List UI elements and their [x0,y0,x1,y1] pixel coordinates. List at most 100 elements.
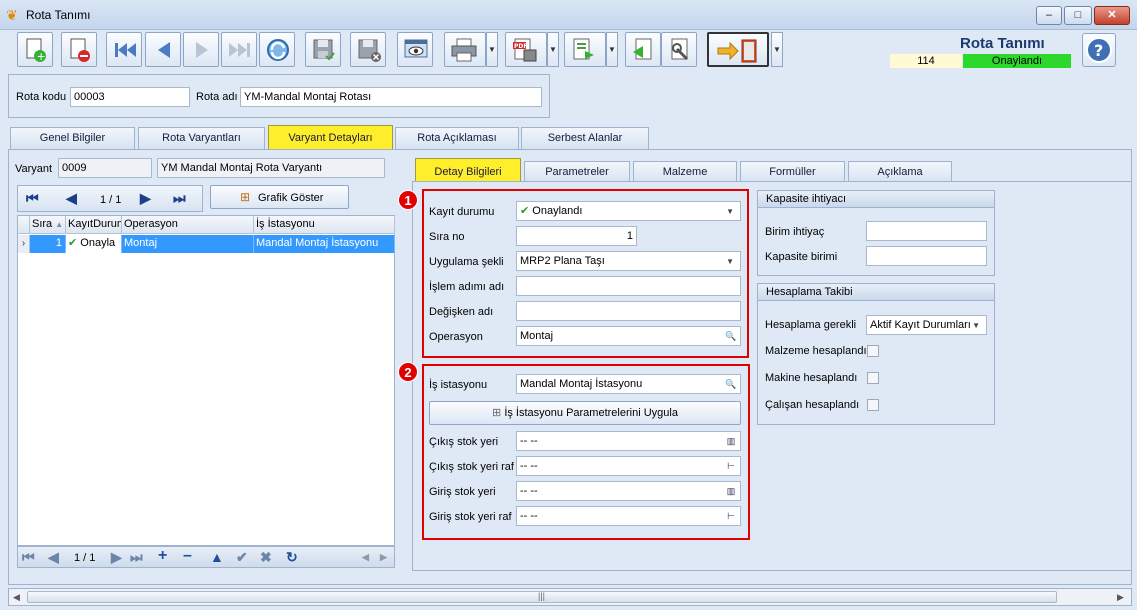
malzeme-hesaplandi-label: Malzeme hesaplandı [765,345,867,357]
help-button[interactable]: ? [1082,33,1116,67]
malzeme-hesaplandi-checkbox[interactable] [867,345,879,357]
export-button[interactable] [564,32,606,67]
horizontal-scrollbar[interactable]: ◀ ||| ▶ [8,588,1132,606]
cikis-raf-input[interactable]: -- -- ⊢ [516,456,741,476]
tools-button[interactable] [661,32,697,67]
pager-prev-icon[interactable]: ◀ [66,190,77,207]
nav-first-icon[interactable]: ⏮ [22,549,35,566]
tab-genel-bilgiler[interactable]: Genel Bilgiler [10,127,135,149]
nav-up-icon[interactable]: ▲ [210,549,224,565]
subtab-aciklama[interactable]: Açıklama [848,161,952,182]
save-button[interactable] [305,32,341,67]
row-istasyon[interactable]: Mandal Montaj İstasyonu [254,235,395,253]
last-button[interactable] [221,32,257,67]
scroll-right-icon[interactable]: ▶ [1117,592,1124,603]
barcode-icon[interactable]: ▥ [725,435,737,447]
hesaplama-gerekli-select[interactable]: Aktif Kayıt Durumları ▼ [866,315,987,335]
is-istasyonu-input[interactable]: Mandal Montaj İstasyonu 🔍 [516,374,741,394]
graph-button[interactable]: ⊞ Grafik Göster [210,185,349,209]
nav-prev-icon[interactable]: ◀ [48,549,59,566]
record-number: 114 [890,54,962,68]
grid-col-istasyon[interactable]: İş İstasyonu [254,216,395,234]
route-code-input[interactable]: 00003 [70,87,190,107]
nav-refresh-icon[interactable]: ↻ [286,549,298,566]
search-icon[interactable]: 🔍 [725,330,737,342]
tree-icon[interactable]: ⊢ [725,460,737,472]
route-name-input[interactable]: YM-Mandal Montaj Rotası [240,87,542,107]
save-close-button[interactable] [350,32,386,67]
kayit-durumu-select[interactable]: ✔ Onaylandı ▼ [516,201,741,221]
tree-icon[interactable]: ⊢ [725,510,737,522]
search-icon[interactable]: 🔍 [725,378,737,390]
operasyon-input[interactable]: Montaj 🔍 [516,326,741,346]
chevron-down-icon: ▼ [726,207,734,216]
apply-station-params-button[interactable]: ⊞ İş İstasyonu Parametrelerini Uygula [429,401,741,425]
exit-button[interactable] [707,32,769,67]
first-button[interactable] [106,32,142,67]
barcode-icon[interactable]: ▥ [725,485,737,497]
import-button[interactable] [625,32,661,67]
nav-cancel-icon[interactable]: ✖ [260,549,272,566]
tab-serbest-alanlar[interactable]: Serbest Alanlar [521,127,649,149]
new-record-button[interactable]: + [17,32,53,67]
nav-last-icon[interactable]: ⏭ [130,549,143,566]
scroll-thumb[interactable]: ||| [27,591,1057,603]
giris-raf-input[interactable]: -- -- ⊢ [516,506,741,526]
print-button[interactable] [444,32,486,67]
print-dropdown[interactable]: ▼ [486,32,498,67]
kapasite-birimi-input[interactable] [866,246,987,266]
tab-rota-varyantlari[interactable]: Rota Varyantları [138,127,265,149]
giris-stok-input[interactable]: -- -- ▥ [516,481,741,501]
prev-button[interactable] [145,32,181,67]
exit-dropdown[interactable]: ▼ [771,32,783,67]
close-button[interactable]: ✕ [1094,6,1130,25]
refresh-button[interactable] [259,32,295,67]
next-button[interactable] [183,32,219,67]
nav-scroll-right-icon[interactable]: ▶ [380,552,387,563]
sira-no-input[interactable]: 1 [516,226,637,246]
nav-add-icon[interactable]: + [158,547,167,565]
row-durum[interactable]: ✔ Onayla [66,235,122,253]
row-operasyon[interactable]: Montaj [122,235,254,253]
subtab-parametreler[interactable]: Parametreler [524,161,630,182]
grid-col-operasyon[interactable]: Operasyon [122,216,254,234]
nav-scroll-left-icon[interactable]: ◀ [362,552,369,563]
calisan-hesaplandi-checkbox[interactable] [867,399,879,411]
first-icon [115,43,136,57]
scroll-left-icon[interactable]: ◀ [13,592,20,603]
pager-first-icon[interactable]: ⏮ [26,190,39,207]
nav-remove-icon[interactable]: – [183,547,192,565]
birim-ihtiyac-input[interactable] [866,221,987,241]
nav-next-icon[interactable]: ▶ [111,549,122,566]
subtab-detay-bilgileri[interactable]: Detay Bilgileri [415,158,521,182]
subtab-malzeme[interactable]: Malzeme [633,161,737,182]
exit-icon [717,39,757,63]
minimize-button[interactable]: – [1036,6,1062,25]
preview-button[interactable] [397,32,433,67]
save-close-icon [358,39,381,62]
delete-record-button[interactable] [61,32,97,67]
grid-col-sira[interactable]: Sıra ▲ [30,216,66,234]
tab-varyant-detaylari[interactable]: Varyant Detayları [268,125,393,149]
pager-next-icon[interactable]: ▶ [140,190,151,207]
export-dropdown[interactable]: ▼ [606,32,618,67]
maximize-button[interactable]: □ [1064,6,1092,25]
makine-hesaplandi-checkbox[interactable] [867,372,879,384]
subtab-formuller[interactable]: Formüller [740,161,845,182]
grid-col-kayitdurum[interactable]: KayıtDurum [66,216,122,234]
cikis-stok-input[interactable]: -- -- ▥ [516,431,741,451]
pdf-button[interactable]: PDF [505,32,547,67]
row-sira[interactable]: 1 [30,235,66,253]
islem-adimi-input[interactable] [516,276,741,296]
svg-text:PDF: PDF [514,43,527,50]
degisken-adi-input[interactable] [516,301,741,321]
tab-rota-aciklamasi[interactable]: Rota Açıklaması [395,127,519,149]
pager-last-icon[interactable]: ⏭ [173,190,186,207]
uygulama-sekli-select[interactable]: MRP2 Plana Taşı ▼ [516,251,741,271]
pdf-dropdown[interactable]: ▼ [547,32,559,67]
main-tabs: Genel Bilgiler Rota Varyantları Varyant … [0,125,1137,149]
route-header: Rota kodu 00003 Rota adı YM-Mandal Monta… [8,74,550,118]
last-icon [229,43,250,57]
nav-confirm-icon[interactable]: ✔ [236,549,248,566]
approved-check-icon: ✔ [520,205,530,217]
